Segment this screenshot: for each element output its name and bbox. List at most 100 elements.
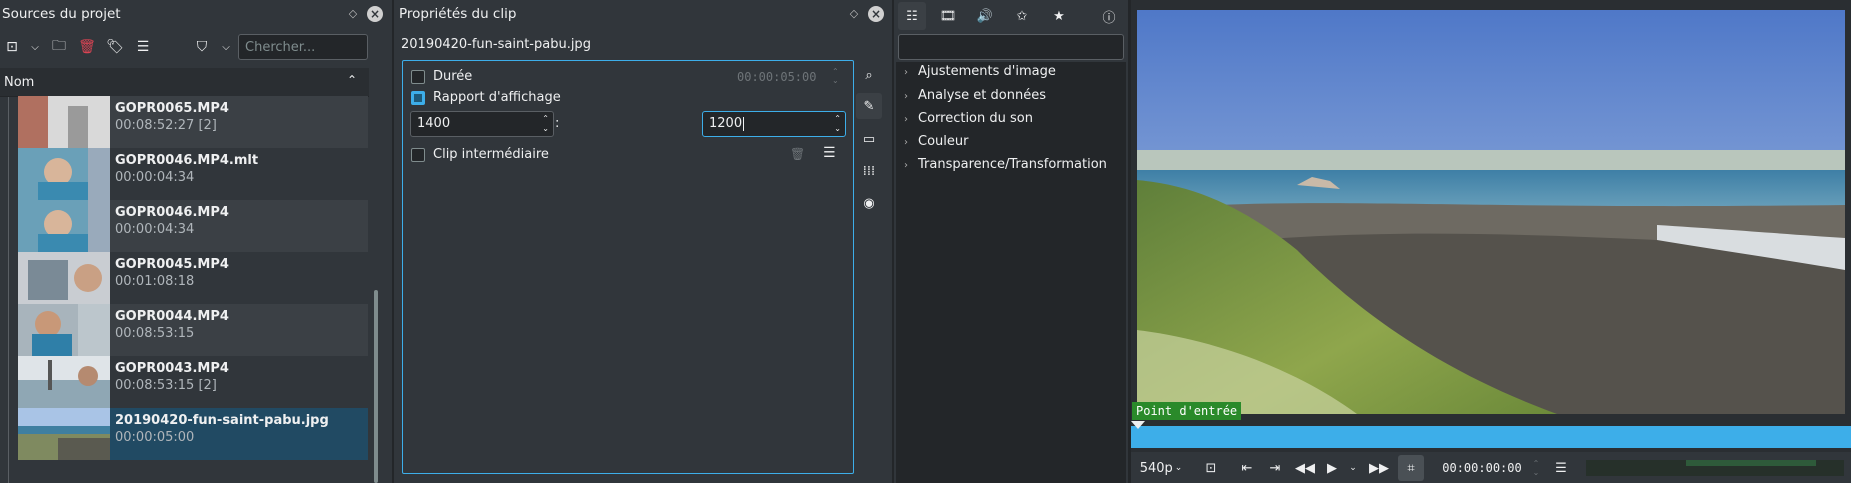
add-clip-menu-chevron-icon[interactable]: ⌵ — [24, 36, 46, 58]
spinner-arrows-icon[interactable]: ⌃ ⌄ — [834, 114, 841, 134]
clip-thumbnail — [18, 356, 110, 408]
add-clip-icon[interactable]: ⊡ — [1, 36, 23, 58]
effects-search-input[interactable] — [898, 34, 1124, 60]
info-icon: ⓘ — [1102, 10, 1116, 26]
timecode-display[interactable]: 00:00:00:00 — [1436, 457, 1528, 479]
proxy-clip-label: Clip intermédiaire — [433, 147, 549, 162]
aspect-separator: : — [555, 116, 560, 131]
monitor-viewport — [1137, 10, 1845, 414]
tab-custom-effects[interactable]: ✩ — [1008, 2, 1036, 30]
edit-properties-icon[interactable]: ✎ — [856, 93, 882, 119]
clip-thumbnail — [18, 96, 110, 148]
playhead[interactable] — [1131, 421, 1145, 429]
expand-chevron-icon: › — [904, 114, 908, 125]
column-header-name[interactable]: Nom ⌃ — [0, 68, 369, 97]
star-icon: ★ — [1053, 8, 1065, 24]
aspect-width-spinbox[interactable]: 1400 ⌃ ⌄ — [410, 111, 554, 137]
effect-category[interactable]: › Correction du son — [904, 111, 1033, 126]
project-bin-panel: Sources du projet ◇ × ⊡ ⌵ 🗀 🗑 🏷 ☰ ⛉ ⌵ Ch… — [0, 0, 383, 483]
speaker-icon: 🔊 — [976, 8, 994, 24]
tag-icon[interactable]: 🏷 — [104, 36, 126, 58]
clip-name: GOPR0046.MP4.mlt — [115, 153, 259, 168]
timecode-value: 00:00:00:00 — [1442, 461, 1522, 475]
tab-favorite-effects[interactable]: ★ — [1045, 2, 1073, 30]
clip-duration: 00:01:08:18 — [115, 274, 195, 289]
spinner-arrows-icon[interactable]: ⌃ ⌄ — [542, 114, 549, 134]
tab-main-effects[interactable]: ☷ — [898, 2, 926, 30]
clip-thumbnail — [18, 200, 110, 252]
close-button[interactable]: × — [367, 6, 383, 22]
aspect-ratio-checkbox[interactable] — [411, 91, 425, 105]
clip-row[interactable]: GOPR0045.MP4 00:01:08:18 — [18, 252, 368, 304]
duration-checkbox[interactable] — [411, 70, 425, 84]
proxy-clip-checkbox[interactable] — [411, 148, 425, 162]
float-icon[interactable]: ◇ — [347, 8, 359, 20]
clip-row[interactable]: GOPR0046.MP4.mlt 00:00:04:34 — [18, 148, 368, 200]
filter-menu-chevron-icon[interactable]: ⌵ — [215, 36, 237, 58]
clip-duration: 00:00:05:00 — [115, 430, 195, 445]
timecode-spinner-icon[interactable]: ⌃ ⌄ — [1530, 457, 1542, 479]
close-button[interactable]: × — [868, 6, 884, 22]
zoom-select[interactable]: 540p ⌄ — [1135, 457, 1187, 479]
duration-value: 00:00:05:00 — [737, 70, 817, 84]
play-menu-chevron-icon[interactable]: ⌄ — [1346, 457, 1360, 479]
proxy-menu-icon[interactable]: ☰ — [823, 145, 836, 161]
effect-category[interactable]: › Analyse et données — [904, 88, 1046, 103]
clip-thumbnail — [18, 304, 110, 356]
effects-tabbar: ☷ 🎞 🔊 ✩ ★ ⓘ — [894, 0, 1128, 32]
clip-duration: 00:08:53:15 [2] — [115, 378, 217, 393]
delete-proxy-icon[interactable]: 🗑 — [790, 147, 805, 161]
clip-duration: 00:08:53:15 — [115, 326, 195, 341]
effect-info-button[interactable]: ⓘ — [1095, 2, 1123, 30]
expand-chevron-icon: › — [904, 160, 908, 171]
forward-icon[interactable]: ▶▶ — [1368, 457, 1390, 479]
set-out-point-icon[interactable]: ⇥ — [1264, 457, 1286, 479]
effect-category[interactable]: › Couleur — [904, 134, 968, 149]
search-input[interactable]: Chercher... — [238, 34, 368, 60]
float-icon[interactable]: ◇ — [848, 8, 860, 20]
menu-icon[interactable]: ☰ — [132, 36, 154, 58]
filter-icon[interactable]: ⛉ — [191, 36, 213, 58]
marker-icon[interactable]: ▭ — [856, 126, 882, 152]
clip-filename: 20190420-fun-saint-pabu.jpg — [401, 37, 591, 52]
clip-row[interactable]: GOPR0043.MP4 00:08:53:15 [2] — [18, 356, 368, 408]
clip-name: GOPR0065.MP4 — [115, 101, 229, 116]
bin-scrollbar-handle[interactable] — [374, 290, 378, 483]
analysis-icon[interactable]: ⁞⁞⁞ — [856, 158, 882, 184]
clip-name: GOPR0043.MP4 — [115, 361, 229, 376]
set-in-point-icon[interactable]: ⇤ — [1236, 457, 1258, 479]
add-folder-icon[interactable]: 🗀 — [48, 36, 70, 58]
play-icon[interactable]: ▶ — [1321, 457, 1343, 479]
clip-thumbnail — [18, 252, 110, 304]
audio-icon[interactable]: ◉ — [856, 190, 882, 216]
clip-duration: 00:00:04:34 — [115, 222, 195, 237]
sort-chevron-up-icon: ⌃ — [346, 73, 357, 87]
effect-category[interactable]: › Transparence/Transformation — [904, 157, 1107, 172]
clip-name: GOPR0044.MP4 — [115, 309, 229, 324]
expand-chevron-icon: › — [904, 67, 908, 78]
effect-category[interactable]: › Ajustements d'image — [904, 64, 1056, 79]
clip-row[interactable]: GOPR0044.MP4 00:08:53:15 — [18, 304, 368, 356]
search-icon[interactable]: ⌕ — [856, 62, 882, 88]
clip-row-selected[interactable]: 20190420-fun-saint-pabu.jpg 00:00:05:00 — [18, 408, 368, 460]
effect-category-label: Transparence/Transformation — [918, 157, 1107, 172]
effect-category-label: Correction du son — [918, 111, 1033, 126]
tab-video-effects[interactable]: 🎞 — [934, 2, 962, 30]
rewind-icon[interactable]: ◀◀ — [1294, 457, 1316, 479]
monitor-ruler[interactable] — [1131, 421, 1851, 448]
delete-icon[interactable]: 🗑 — [76, 36, 98, 58]
duration-spinner-arrows-icon[interactable]: ⌃ ⌄ — [832, 67, 839, 85]
in-point-marker: Point d'entrée — [1132, 402, 1242, 420]
aspect-height-spinbox[interactable]: 1200 ⌃ ⌄ — [702, 111, 846, 137]
aspect-ratio-label: Rapport d'affichage — [433, 90, 561, 105]
tab-audio-effects[interactable]: 🔊 — [971, 2, 999, 30]
crop-icon[interactable]: ⌗ — [1398, 455, 1424, 481]
effect-category-label: Couleur — [918, 134, 969, 149]
clip-duration: 00:08:52:27 [2] — [115, 118, 217, 133]
film-icon: 🎞 — [939, 8, 957, 24]
fullscreen-icon[interactable]: ⊡ — [1200, 457, 1222, 479]
clip-row[interactable]: GOPR0046.MP4 00:00:04:34 — [18, 200, 368, 252]
monitor-menu-icon[interactable]: ☰ — [1550, 457, 1572, 479]
effect-category-label: Analyse et données — [918, 88, 1046, 103]
clip-row[interactable]: GOPR0065.MP4 00:08:52:27 [2] — [18, 96, 368, 148]
